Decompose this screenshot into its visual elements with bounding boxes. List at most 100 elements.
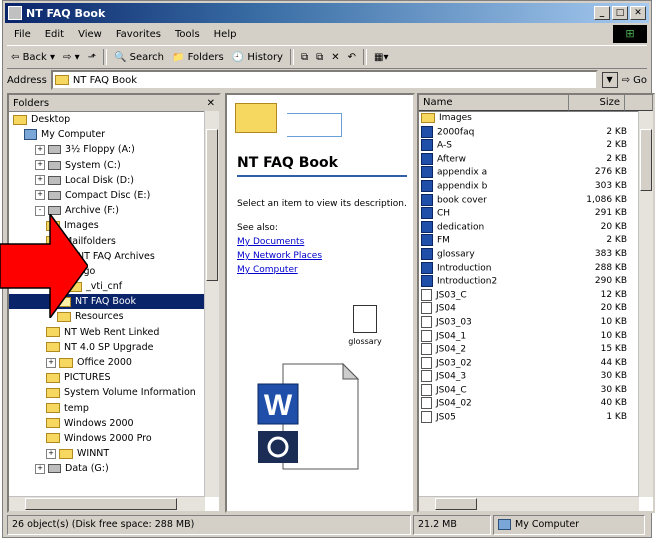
tree-item[interactable]: Windows 2000 Pro (9, 431, 219, 446)
tree-item[interactable]: + Data (G:) (9, 461, 219, 476)
file-row[interactable]: FM 2 KB (419, 234, 653, 248)
glossary-thumbnail[interactable]: glossary (345, 305, 385, 346)
back-button[interactable]: ⇦ Back ▾ (7, 52, 59, 63)
tree-item[interactable]: temp (9, 401, 219, 416)
tree-item[interactable]: + Office 2000 (9, 355, 219, 370)
file-row[interactable]: Introduction2 290 KB (419, 275, 653, 289)
file-row[interactable]: JS05 1 KB (419, 411, 653, 425)
menu-edit[interactable]: Edit (38, 29, 71, 40)
file-row[interactable]: dedication 20 KB (419, 220, 653, 235)
expand-icon[interactable]: + (46, 357, 56, 368)
tree-item[interactable]: NT 4.0 SP Upgrade (9, 340, 219, 355)
close-button[interactable]: ✕ (630, 6, 646, 20)
file-row[interactable]: JS04_02 40 KB (419, 397, 653, 411)
word-file-icon (421, 125, 433, 138)
file-row[interactable]: JS04_2 15 KB (419, 343, 653, 357)
expand-icon[interactable]: + (35, 175, 45, 186)
file-name: JS04 (436, 303, 456, 314)
expand-icon[interactable]: + (35, 190, 45, 201)
file-row[interactable]: CH 291 KB (419, 207, 653, 221)
views-icon[interactable]: ▦▾ (370, 52, 392, 63)
tree-item[interactable]: +3½ Floppy (A:) (9, 142, 219, 157)
go-button[interactable]: ⇨ Go (622, 75, 647, 86)
menu-help[interactable]: Help (207, 29, 244, 40)
tree-item[interactable]: + Compact Disc (E:) (9, 188, 219, 203)
file-list-hscrollbar[interactable] (419, 496, 639, 511)
file-name-cell: Introduction2 (419, 275, 571, 289)
forward-button[interactable]: ⇨ ▾ (59, 52, 84, 63)
file-row[interactable]: 2000faq 2 KB (419, 125, 653, 140)
undo-icon[interactable]: ↶ (344, 52, 360, 63)
file-row[interactable]: appendix a 276 KB (419, 166, 653, 180)
search-button[interactable]: 🔍 Search (110, 52, 168, 63)
tree-item[interactable]: + System (C:) (9, 158, 219, 173)
expand-icon[interactable]: + (35, 160, 45, 171)
tree-item-label: Windows 2000 Pro (64, 432, 152, 444)
tree-item-label: NT 4.0 SP Upgrade (64, 341, 154, 353)
close-pane-icon[interactable]: ✕ (207, 98, 215, 109)
expand-icon[interactable]: + (35, 144, 45, 155)
menu-view[interactable]: View (71, 29, 109, 40)
file-row[interactable]: JS03_C 12 KB (419, 288, 653, 303)
file-size: 40 KB (600, 398, 627, 409)
column-header-size[interactable]: Size (569, 95, 625, 111)
vertical-scrollbar[interactable] (204, 111, 219, 497)
move-to-icon[interactable]: ⧉ (297, 52, 312, 63)
file-list-scrollbar[interactable] (638, 111, 653, 497)
tree-item[interactable]: My Computer (9, 127, 219, 142)
file-name-cell: 2000faq (419, 125, 571, 140)
horizontal-scrollbar[interactable] (9, 496, 205, 511)
file-row[interactable]: Afterw 2 KB (419, 152, 653, 167)
file-row[interactable]: JS04_C 30 KB (419, 383, 653, 398)
file-row[interactable]: appendix b 303 KB (419, 179, 653, 194)
copy-to-icon[interactable]: ⧉ (312, 52, 327, 63)
link-my-network-places[interactable]: My Network Places (237, 251, 322, 261)
file-row[interactable]: book cover 1,086 KB (419, 193, 653, 208)
minimize-button[interactable]: _ (594, 6, 610, 20)
file-row[interactable]: JS03_02 44 KB (419, 356, 653, 371)
delete-icon[interactable]: ✕ (327, 52, 343, 63)
menu-file[interactable]: File (7, 29, 38, 40)
folder-icon (59, 448, 73, 459)
history-button[interactable]: 🕘 History (228, 52, 287, 63)
file-row[interactable]: JS04 20 KB (419, 302, 653, 316)
file-row[interactable]: JS04_1 10 KB (419, 329, 653, 344)
file-row[interactable]: Introduction 288 KB (419, 261, 653, 276)
file-name-cell: Afterw (419, 152, 571, 167)
folder-icon (54, 75, 69, 85)
tree-item[interactable]: NT Web Rent Linked (9, 325, 219, 340)
file-size: 1 KB (606, 412, 627, 423)
tree-item[interactable]: Desktop (9, 112, 219, 127)
column-header-extra[interactable] (625, 95, 653, 111)
expand-icon[interactable]: + (46, 448, 56, 459)
folder-icon (46, 342, 60, 353)
file-row[interactable]: glossary 383 KB (419, 247, 653, 262)
menu-tools[interactable]: Tools (168, 29, 207, 40)
address-input[interactable]: NT FAQ Book (50, 70, 598, 90)
link-my-computer[interactable]: My Computer (237, 265, 298, 275)
up-folder-icon[interactable]: ⬏ (84, 52, 100, 63)
doc-file-icon (421, 288, 432, 301)
computer-icon (24, 129, 37, 141)
title-bar[interactable]: NT FAQ Book _ □ ✕ (5, 3, 649, 23)
word-file-icon (421, 166, 433, 179)
file-row[interactable]: A-S 2 KB (419, 139, 653, 153)
file-row[interactable]: JS04_3 30 KB (419, 370, 653, 384)
file-row[interactable]: Images (419, 112, 653, 126)
address-dropdown-icon[interactable]: ▼ (601, 72, 618, 88)
file-name-cell: CH (419, 207, 571, 221)
tree-item[interactable]: System Volume Information (9, 385, 219, 400)
tree-item[interactable]: Windows 2000 (9, 416, 219, 431)
column-header-name[interactable]: Name (419, 95, 569, 111)
folders-button[interactable]: 📁 Folders (168, 52, 228, 63)
menu-favorites[interactable]: Favorites (109, 29, 168, 40)
file-row[interactable]: JS03_03 10 KB (419, 315, 653, 330)
file-name: JS05 (436, 412, 456, 423)
tree-item[interactable]: + WINNT (9, 446, 219, 461)
expand-icon[interactable]: + (35, 463, 45, 474)
file-name: Images (439, 113, 472, 123)
link-my-documents[interactable]: My Documents (237, 237, 304, 247)
tree-item[interactable]: PICTURES (9, 370, 219, 385)
maximize-button[interactable]: □ (612, 6, 628, 20)
tree-item[interactable]: + Local Disk (D:) (9, 173, 219, 188)
